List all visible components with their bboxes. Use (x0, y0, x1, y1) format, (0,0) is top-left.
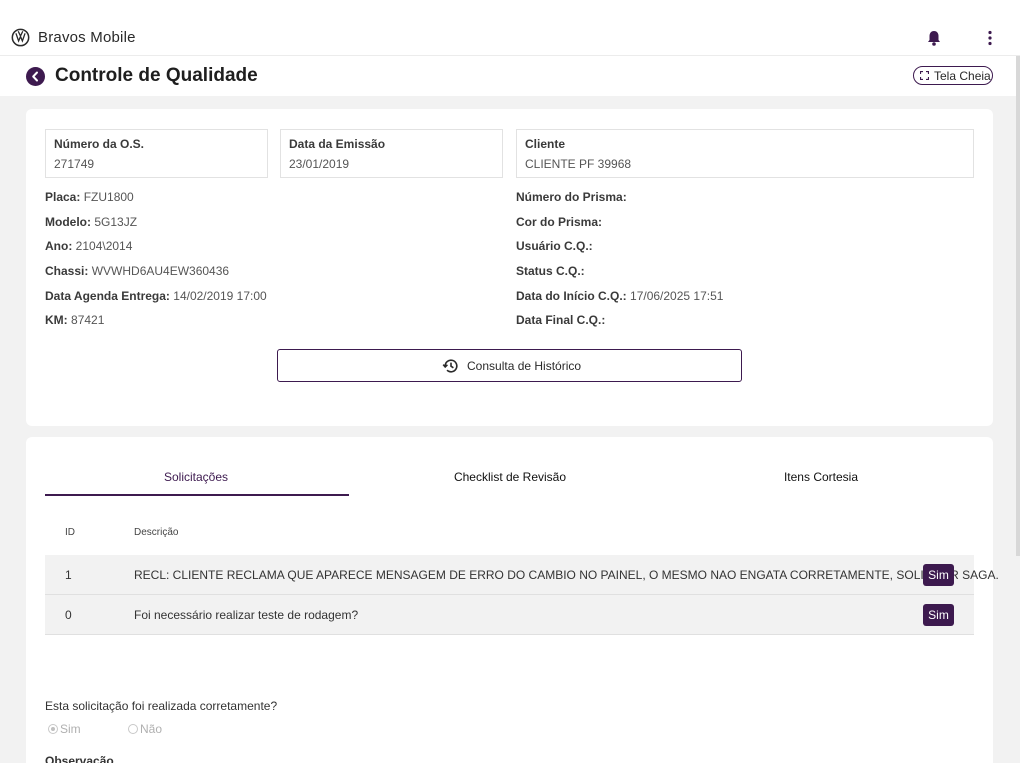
tab-checklist-revisao[interactable]: Checklist de Revisão (430, 470, 590, 484)
km-label: KM: (45, 313, 68, 327)
agenda-value: 14/02/2019 17:00 (173, 289, 267, 303)
fullscreen-button[interactable]: Tela Cheia (913, 66, 993, 85)
radio-sim-dot (48, 724, 58, 734)
prisma-number-line: Número do Prisma: (516, 190, 627, 204)
modelo-line: Modelo: 5G13JZ (45, 215, 137, 229)
fullscreen-icon (920, 71, 929, 80)
fullscreen-label: Tela Cheia (934, 69, 991, 83)
cq-end-line: Data Final C.Q.: (516, 313, 605, 327)
cq-status-line: Status C.Q.: (516, 264, 585, 278)
chassi-label: Chassi: (45, 264, 89, 278)
cq-start-value: 17/06/2025 17:51 (630, 289, 724, 303)
ano-line: Ano: 2104\2014 (45, 239, 132, 253)
cq-user-label: Usuário C.Q.: (516, 239, 593, 253)
requests-card: Solicitações Checklist de Revisão Itens … (26, 437, 999, 763)
row-description: Foi necessário realizar teste de rodagem… (134, 608, 359, 622)
app-top-bar: Bravos Mobile (0, 0, 1020, 56)
bell-icon[interactable] (925, 29, 943, 47)
ano-value: 2104\2014 (75, 239, 133, 253)
tab-itens-cortesia[interactable]: Itens Cortesia (761, 470, 881, 484)
radio-nao[interactable]: Não (128, 722, 162, 736)
placa-value: FZU1800 (83, 190, 134, 204)
radio-nao-dot (128, 724, 138, 734)
modelo-label: Modelo: (45, 215, 91, 229)
placa-label: Placa: (45, 190, 81, 204)
prisma-color-line: Cor do Prisma: (516, 215, 602, 229)
column-header-description: Descrição (134, 527, 179, 538)
history-button[interactable]: Consulta de Histórico (277, 349, 742, 382)
row-status-badge[interactable]: Sim (923, 564, 954, 586)
page-scrollbar[interactable] (1016, 56, 1020, 556)
tab-active-indicator (45, 494, 349, 496)
os-number-value: 271749 (54, 157, 95, 171)
column-header-id: ID (65, 527, 75, 538)
ano-label: Ano: (45, 239, 73, 253)
os-number-label: Número da O.S. (54, 137, 145, 151)
client-field: Cliente CLIENTE PF 39968 (516, 129, 974, 178)
emission-date-field: Data da Emissão 23/01/2019 (280, 129, 503, 178)
request-question: Esta solicitação foi realizada corretame… (45, 699, 278, 713)
radio-sim-label: Sim (60, 722, 81, 736)
observation-label: Observação (45, 754, 114, 763)
prisma-number-label: Número do Prisma: (516, 190, 627, 204)
row-description: RECL: CLIENTE RECLAMA QUE APARECE MENSAG… (134, 568, 999, 582)
km-line: KM: 87421 (45, 313, 104, 327)
kebab-menu-icon[interactable] (981, 29, 999, 47)
agenda-label: Data Agenda Entrega: (45, 289, 170, 303)
placa-line: Placa: FZU1800 (45, 190, 134, 204)
modelo-value: 5G13JZ (94, 215, 138, 229)
client-value: CLIENTE PF 39968 (525, 157, 632, 171)
table-row[interactable]: 1 RECL: CLIENTE RECLAMA QUE APARECE MENS… (45, 555, 999, 595)
chassi-line: Chassi: WVWHD6AU4EW360436 (45, 264, 229, 278)
back-button[interactable] (26, 67, 45, 86)
cq-user-line: Usuário C.Q.: (516, 239, 593, 253)
prisma-color-label: Cor do Prisma: (516, 215, 603, 229)
page-header: Controle de Qualidade Tela Cheia (0, 56, 1020, 96)
emission-date-label: Data da Emissão (289, 137, 386, 151)
order-info-card: Número da O.S. 271749 Data da Emissão 23… (26, 109, 993, 426)
row-id: 0 (65, 608, 72, 622)
chevron-left-icon (32, 71, 38, 82)
history-button-label: Consulta de Histórico (467, 359, 582, 373)
os-number-field: Número da O.S. 271749 (45, 129, 268, 178)
tab-solicitacoes[interactable]: Solicitações (146, 470, 246, 484)
radio-nao-label: Não (140, 722, 163, 736)
cq-end-label: Data Final C.Q.: (516, 313, 606, 327)
cq-status-label: Status C.Q.: (516, 264, 585, 278)
vw-logo-icon (11, 28, 30, 47)
app-title: Bravos Mobile (38, 29, 136, 46)
emission-date-value: 23/01/2019 (289, 157, 350, 171)
table-row[interactable]: 0 Foi necessário realizar teste de rodag… (45, 595, 974, 635)
client-label: Cliente (525, 137, 566, 151)
agenda-line: Data Agenda Entrega: 14/02/2019 17:00 (45, 289, 267, 303)
page-title: Controle de Qualidade (55, 65, 258, 86)
chassi-value: WVWHD6AU4EW360436 (91, 264, 230, 278)
history-icon (442, 359, 458, 373)
km-value: 87421 (71, 313, 105, 327)
radio-sim[interactable]: Sim (48, 722, 81, 736)
cq-start-line: Data do Início C.Q.: 17/06/2025 17:51 (516, 289, 723, 303)
row-id: 1 (65, 568, 72, 582)
cq-start-label: Data do Início C.Q.: (516, 289, 627, 303)
row-status-badge[interactable]: Sim (923, 604, 954, 626)
